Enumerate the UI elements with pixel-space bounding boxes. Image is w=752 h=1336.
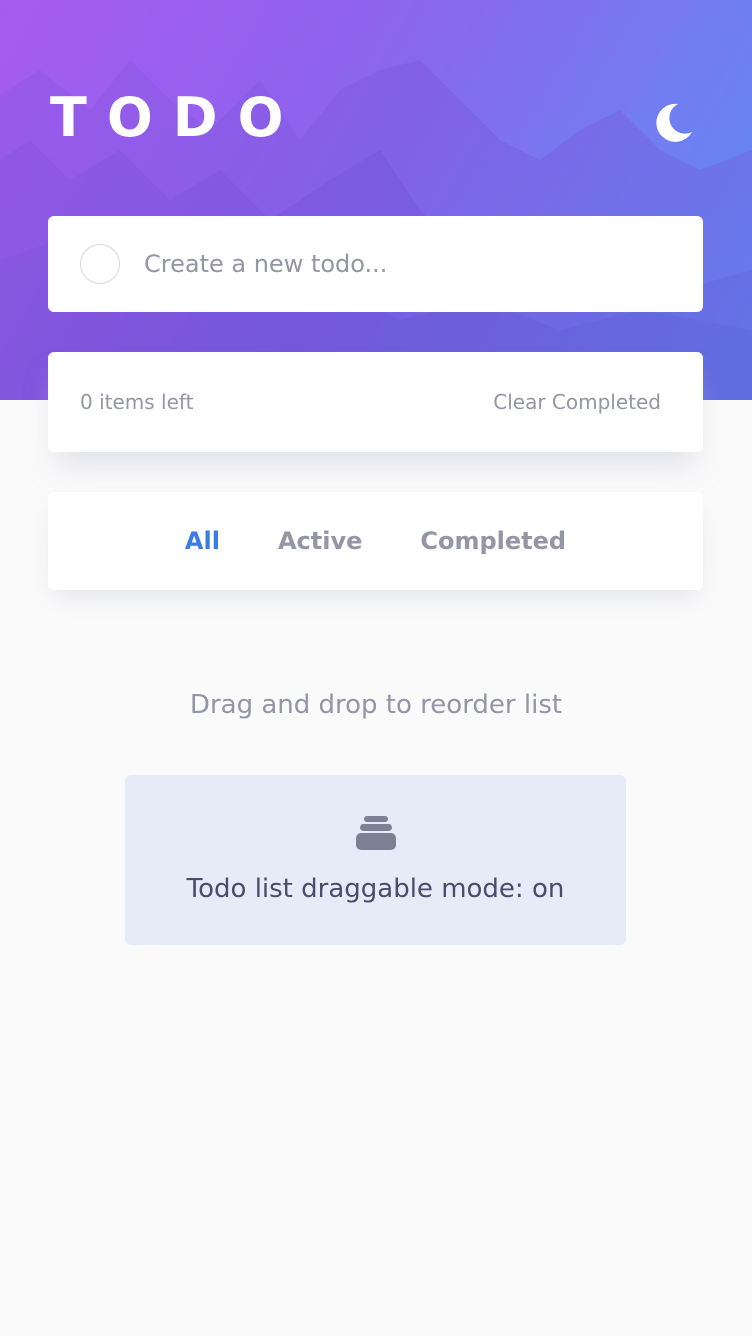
clear-completed-button[interactable]: Clear Completed <box>493 390 661 414</box>
app-title: TODO <box>50 86 304 149</box>
filter-completed-button[interactable]: Completed <box>420 527 566 555</box>
new-todo-card <box>48 216 703 312</box>
new-todo-input[interactable] <box>144 250 664 278</box>
header-background-image <box>0 0 752 400</box>
drag-mode-label: Todo list draggable mode: on <box>186 874 565 904</box>
filter-all-button[interactable]: All <box>185 527 220 555</box>
moon-icon <box>656 103 692 142</box>
items-left-count: 0 items left <box>80 390 194 414</box>
todo-app: TODO 0 items left Clear Completed All Ac… <box>0 0 752 1336</box>
list-footer: 0 items left Clear Completed <box>48 352 703 452</box>
stack-icon <box>355 816 396 850</box>
hero-gradient-overlay <box>0 0 752 400</box>
theme-toggle-button[interactable] <box>650 100 696 146</box>
reorder-hint: Drag and drop to reorder list <box>189 690 563 720</box>
circle-icon[interactable] <box>80 244 120 284</box>
drag-mode-toggle[interactable]: Todo list draggable mode: on <box>125 775 626 945</box>
filter-active-button[interactable]: Active <box>278 527 362 555</box>
filter-bar: All Active Completed <box>48 492 703 590</box>
